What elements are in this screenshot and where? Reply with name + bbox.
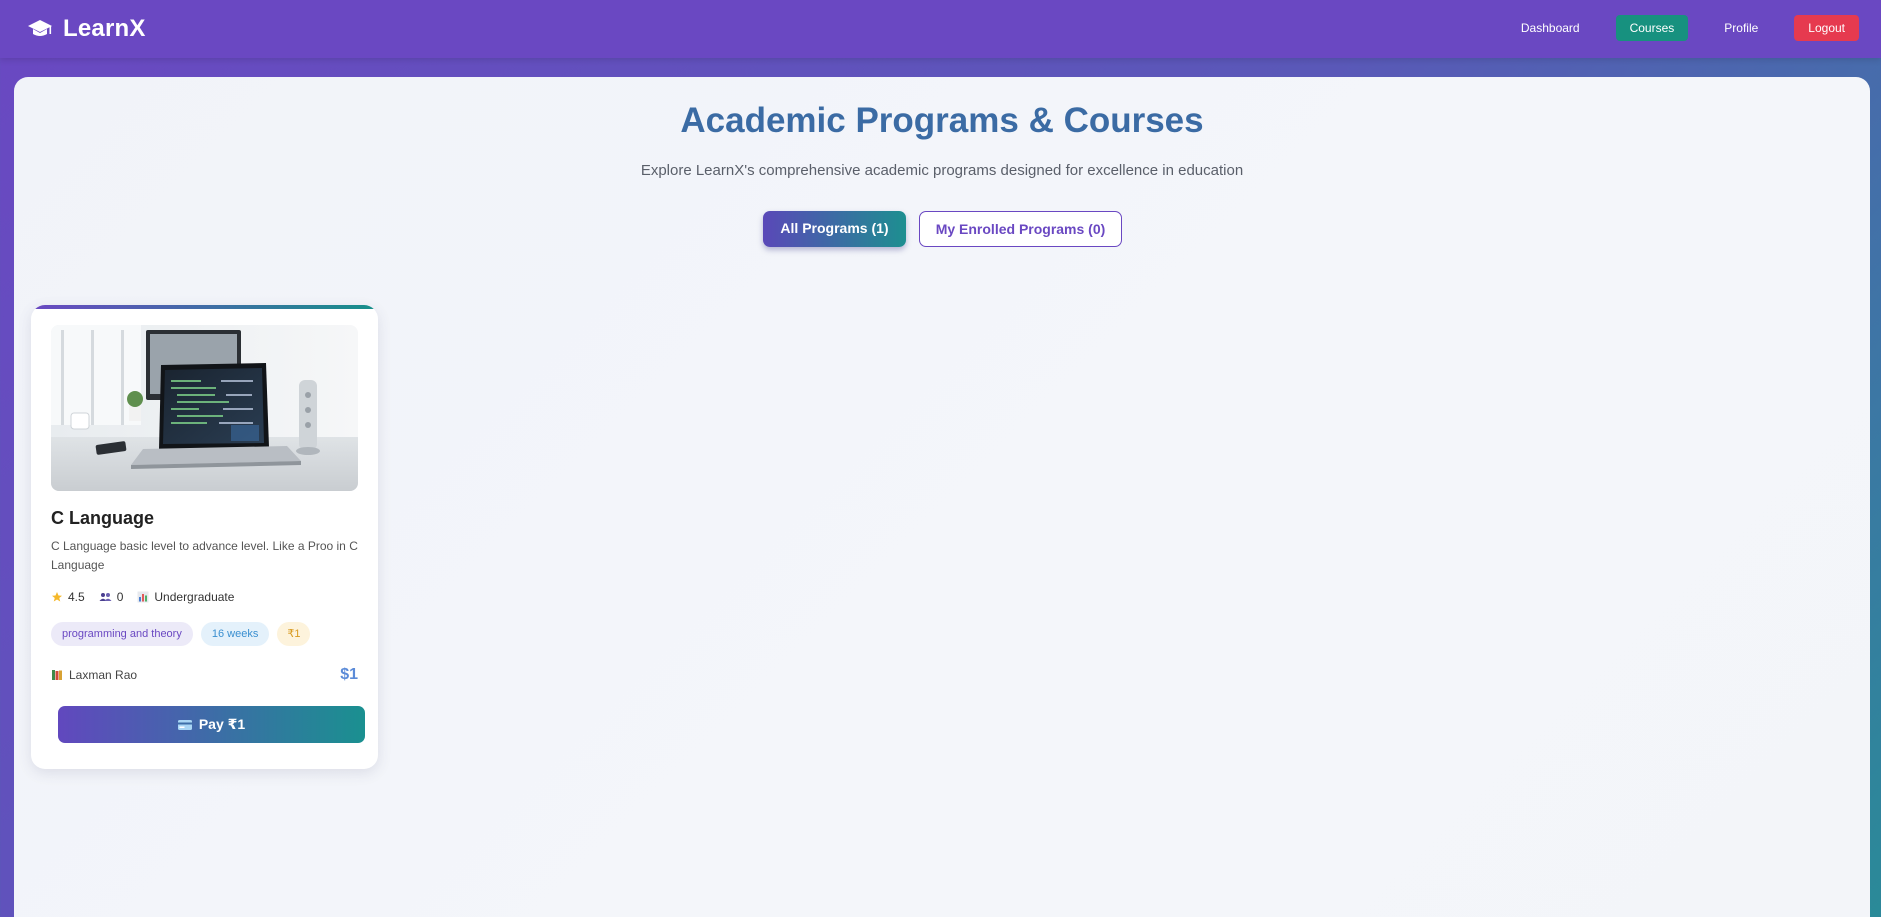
level-label: Undergraduate	[154, 590, 235, 604]
star-icon	[51, 591, 63, 603]
tab-all-programs[interactable]: All Programs (1)	[763, 211, 906, 247]
card-accent-bar	[31, 305, 378, 309]
course-meta: 4.5 0 Undergraduate	[51, 590, 248, 604]
instructor: Laxman Rao	[51, 668, 137, 682]
credit-card-icon	[177, 719, 192, 730]
tab-enrolled-programs[interactable]: My Enrolled Programs (0)	[919, 211, 1122, 247]
course-description: C Language basic level to advance level.…	[51, 539, 358, 572]
course-card[interactable]: C Language C Language basic level to adv…	[31, 305, 378, 769]
duration-tag: 16 weeks	[200, 622, 270, 646]
pay-button[interactable]: Pay ₹1	[58, 706, 365, 743]
nav-links: Dashboard Courses Profile Logout	[1485, 15, 1859, 41]
nav-courses-link[interactable]: Courses	[1615, 15, 1689, 41]
card-footer: Laxman Rao $1	[51, 666, 358, 684]
level: Undergraduate	[137, 590, 234, 604]
students-icon	[99, 591, 112, 603]
price-tag: ₹1	[277, 622, 311, 646]
brand[interactable]: LearnX	[27, 15, 146, 43]
logout-button[interactable]: Logout	[1794, 15, 1859, 41]
page-title: Academic Programs & Courses	[680, 101, 1204, 140]
graduation-cap-icon	[27, 18, 53, 40]
nav-profile-link[interactable]: Profile	[1710, 15, 1772, 41]
brand-name: LearnX	[63, 15, 146, 42]
rating-value: 4.5	[68, 590, 85, 604]
main-panel: Academic Programs & Courses Explore Lear…	[14, 77, 1870, 917]
pay-button-label: Pay ₹1	[198, 716, 246, 732]
instructor-name: Laxman Rao	[69, 668, 138, 682]
program-tabs: All Programs (1) My Enrolled Programs (0…	[763, 211, 1122, 247]
course-tags: programming and theory 16 weeks ₹1	[51, 622, 318, 646]
nav-dashboard-link[interactable]: Dashboard	[1507, 15, 1594, 41]
students: 0	[99, 590, 124, 604]
course-image	[51, 325, 358, 491]
category-tag: programming and theory	[51, 622, 193, 646]
top-navbar: LearnX Dashboard Courses Profile Logout	[0, 0, 1881, 58]
course-price: $1	[340, 666, 358, 683]
level-chart-icon	[137, 591, 149, 603]
students-count: 0	[116, 590, 124, 604]
course-title: C Language	[51, 508, 155, 528]
page-subtitle: Explore LearnX's comprehensive academic …	[640, 162, 1244, 179]
instructor-books-icon	[51, 669, 63, 681]
rating: 4.5	[51, 590, 85, 604]
